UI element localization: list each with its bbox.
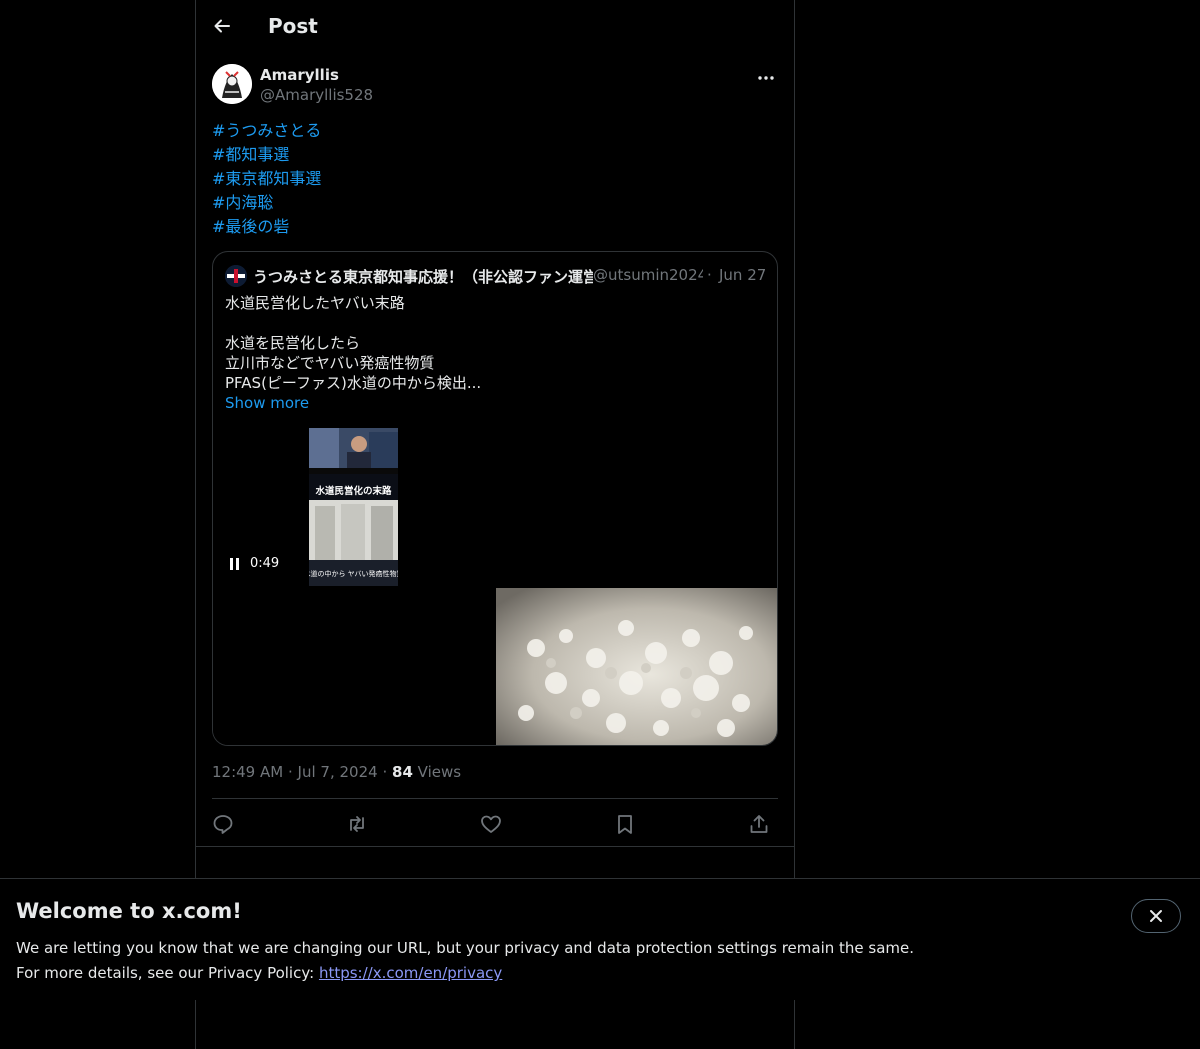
quoted-text-line: 立川市などでヤバい発癌性物質	[225, 354, 435, 372]
hashtag-link[interactable]: #最後の砦	[212, 215, 321, 239]
video-thumbnail: 水道民営化の末路 水道の中から ヤバい発癌性物質	[309, 428, 398, 586]
video-time: 0:49	[250, 556, 280, 571]
post-time[interactable]: 12:49 AM	[212, 763, 283, 781]
separator-dot: ·	[287, 763, 293, 781]
privacy-policy-link[interactable]: https://x.com/en/privacy	[319, 964, 502, 982]
post-date[interactable]: Jul 7, 2024	[298, 763, 378, 781]
like-icon[interactable]	[480, 813, 502, 835]
close-banner-button[interactable]	[1131, 899, 1181, 933]
quoted-text-line: PFAS(ピーファス)水道の中から検出...	[225, 374, 482, 392]
top-bar: Post	[196, 0, 794, 53]
show-more-link[interactable]: Show more	[225, 393, 765, 413]
quoted-post[interactable]: うつみさとる東京都知事応援！（非公認ファン運営） @utsumin2024tok…	[212, 251, 778, 746]
separator-dot: ·	[707, 266, 712, 284]
quoted-text: 水道民営化したヤバい末路 水道を民営化したら 立川市などでヤバい発癌性物質 PF…	[225, 293, 765, 413]
separator-dot: ·	[382, 763, 388, 781]
author-name[interactable]: Amaryllis	[260, 66, 339, 84]
avatar[interactable]	[212, 64, 252, 104]
banner-line: We are letting you know that we are chan…	[16, 939, 915, 957]
quoted-author-handle: @utsumin2024tokyo	[593, 266, 703, 284]
reply-icon[interactable]	[212, 813, 234, 835]
bookmark-icon[interactable]	[614, 813, 636, 835]
divider	[196, 846, 794, 847]
banner-title: Welcome to x.com!	[16, 899, 242, 923]
divider	[212, 798, 778, 799]
hashtag-link[interactable]: #内海聡	[212, 191, 321, 215]
banner-text: We are letting you know that we are chan…	[16, 936, 914, 986]
quoted-date: Jun 27	[719, 266, 765, 284]
post-hashtags: #うつみさとる #都知事選 #東京都知事選 #内海聡 #最後の砦	[212, 119, 321, 239]
quoted-avatar	[225, 265, 247, 287]
quoted-post-header: うつみさとる東京都知事応援！（非公認ファン運営） @utsumin2024tok…	[225, 265, 765, 287]
media-image[interactable]	[496, 588, 777, 745]
quoted-text-line: 水道を民営化したら	[225, 334, 361, 352]
quoted-author-name: うつみさとる東京都知事応援！（非公認ファン運営）	[253, 268, 593, 286]
quoted-text-line: 水道民営化したヤバい末路	[225, 294, 405, 312]
back-arrow-icon[interactable]	[212, 16, 232, 36]
share-icon[interactable]	[748, 813, 770, 835]
quoted-text-line	[225, 313, 765, 333]
post-author: Amaryllis @Amaryllis528	[212, 64, 778, 108]
repost-icon[interactable]	[346, 813, 368, 835]
views-label: Views	[417, 763, 462, 781]
action-bar	[212, 805, 778, 843]
hashtag-link[interactable]: #うつみさとる	[212, 119, 321, 143]
close-icon	[1150, 910, 1162, 922]
thumbnail-caption: 水道民営化の末路	[315, 485, 392, 497]
banner-line: For more details, see our Privacy Policy…	[16, 961, 914, 986]
pause-icon[interactable]	[230, 558, 240, 570]
post-meta: 12:49 AM · Jul 7, 2024 · 84 Views	[212, 763, 461, 781]
banner-line-prefix: For more details, see our Privacy Policy…	[16, 964, 319, 982]
video-player[interactable]: 水道民営化の末路 水道の中から ヤバい発癌性物質 0:49	[213, 428, 496, 745]
welcome-banner: Welcome to x.com! We are letting you kno…	[0, 878, 1200, 1000]
hashtag-link[interactable]: #東京都知事選	[212, 167, 321, 191]
page-title: Post	[268, 14, 318, 38]
view-count: 84	[392, 763, 413, 781]
author-handle[interactable]: @Amaryllis528	[260, 86, 373, 104]
more-options-icon[interactable]	[756, 68, 776, 88]
thumbnail-caption: 水道の中から ヤバい発癌性物質	[309, 569, 398, 578]
hashtag-link[interactable]: #都知事選	[212, 143, 321, 167]
